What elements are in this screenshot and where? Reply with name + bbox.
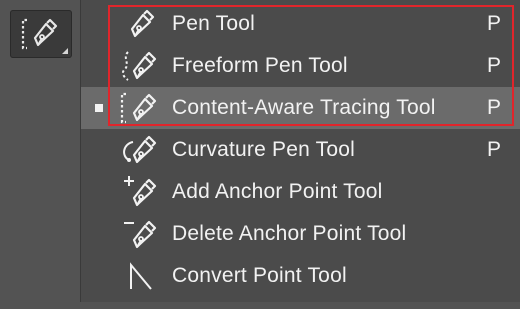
flyout-indicator-icon bbox=[62, 48, 68, 54]
menu-item-label: Content-Aware Tracing Tool bbox=[172, 96, 436, 119]
freeform-pen-icon bbox=[119, 48, 159, 84]
content-aware-tracing-icon bbox=[119, 90, 159, 126]
menu-item-shortcut: P bbox=[487, 12, 502, 35]
menu-item-shortcut: P bbox=[487, 96, 502, 119]
delete-anchor-point-icon bbox=[119, 216, 159, 252]
menu-item-pen-tool[interactable]: Pen Tool P bbox=[81, 3, 520, 45]
selected-indicator-icon bbox=[95, 104, 103, 112]
tools-panel bbox=[0, 0, 80, 302]
menu-item-label: Convert Point Tool bbox=[172, 264, 347, 287]
menu-item-freeform-pen-tool[interactable]: Freeform Pen Tool P bbox=[81, 45, 520, 87]
pen-icon bbox=[119, 6, 159, 42]
menu-item-shortcut: P bbox=[487, 54, 502, 77]
content-aware-tracing-icon bbox=[21, 18, 58, 50]
menu-item-add-anchor-point-tool[interactable]: Add Anchor Point Tool bbox=[81, 171, 520, 213]
menu-item-curvature-pen-tool[interactable]: Curvature Pen Tool P bbox=[81, 129, 520, 171]
menu-item-convert-point-tool[interactable]: Convert Point Tool bbox=[81, 255, 520, 297]
menu-item-label: Freeform Pen Tool bbox=[172, 54, 348, 77]
menu-item-label: Pen Tool bbox=[172, 12, 255, 35]
menu-item-shortcut: P bbox=[487, 138, 502, 161]
curvature-pen-icon bbox=[119, 132, 159, 168]
pen-tools-flyout-menu: Pen Tool P Freeform Pen Tool P Content-A… bbox=[80, 0, 520, 302]
convert-point-icon bbox=[119, 258, 159, 294]
menu-item-label: Curvature Pen Tool bbox=[172, 138, 355, 161]
pen-tool-group-button[interactable] bbox=[10, 10, 72, 58]
menu-item-label: Add Anchor Point Tool bbox=[172, 180, 383, 203]
menu-item-content-aware-tracing-tool[interactable]: Content-Aware Tracing Tool P bbox=[81, 87, 520, 129]
menu-item-label: Delete Anchor Point Tool bbox=[172, 222, 407, 245]
menu-item-delete-anchor-point-tool[interactable]: Delete Anchor Point Tool bbox=[81, 213, 520, 255]
add-anchor-point-icon bbox=[119, 174, 159, 210]
